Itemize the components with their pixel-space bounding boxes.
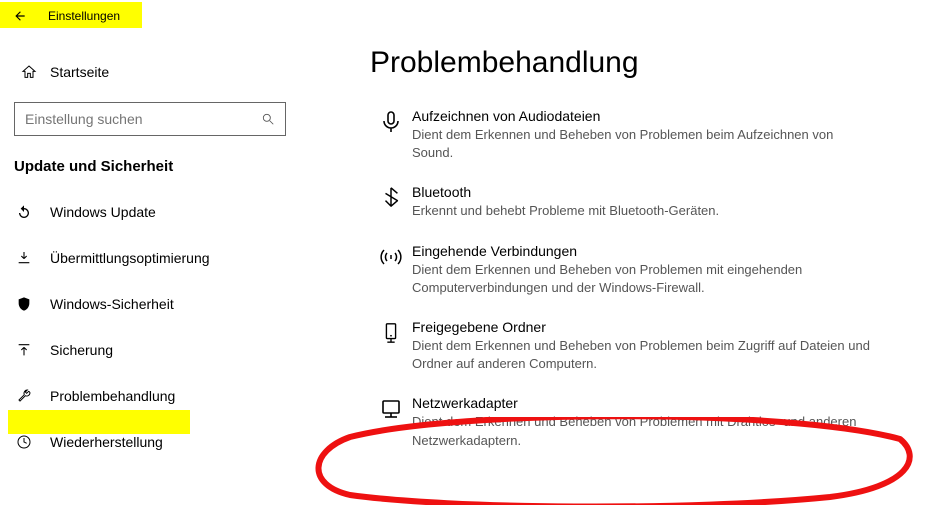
- wrench-icon: [16, 388, 42, 404]
- troubleshoot-item-incoming-connections[interactable]: Eingehende Verbindungen Dient dem Erkenn…: [370, 243, 928, 297]
- bluetooth-icon: [370, 184, 412, 220]
- search-input[interactable]: [25, 111, 261, 127]
- back-button[interactable]: [6, 2, 34, 30]
- troubleshoot-item-desc: Dient dem Erkennen und Beheben von Probl…: [412, 413, 872, 449]
- troubleshoot-item-desc: Erkennt und behebt Probleme mit Bluetoot…: [412, 202, 872, 220]
- sidebar-item-windows-security[interactable]: Windows-Sicherheit: [0, 281, 300, 327]
- sidebar-item-label: Problembehandlung: [50, 388, 175, 404]
- download-icon: [16, 250, 42, 266]
- sidebar-section-heading: Update und Sicherheit: [0, 158, 300, 175]
- search-icon: [261, 112, 275, 126]
- troubleshoot-item-title: Netzwerkadapter: [412, 395, 928, 411]
- window-title: Einstellungen: [48, 9, 120, 23]
- sidebar-item-label: Wiederherstellung: [50, 434, 163, 450]
- sidebar-item-label: Windows Update: [50, 204, 156, 220]
- signal-icon: [370, 243, 412, 297]
- window-titlebar: Einstellungen: [0, 0, 300, 32]
- troubleshoot-item-desc: Dient dem Erkennen und Beheben von Probl…: [412, 261, 872, 297]
- shield-icon: [16, 296, 42, 312]
- sidebar-item-label: Übermittlungsoptimierung: [50, 250, 210, 266]
- sidebar-item-label: Windows-Sicherheit: [50, 296, 174, 312]
- server-icon: [370, 319, 412, 373]
- sidebar-item-label: Sicherung: [50, 342, 113, 358]
- sidebar-item-windows-update[interactable]: Windows Update: [0, 189, 300, 235]
- sidebar-home[interactable]: Startseite: [0, 50, 300, 94]
- troubleshoot-item-audio-recording[interactable]: Aufzeichnen von Audiodateien Dient dem E…: [370, 108, 928, 162]
- history-icon: [16, 434, 42, 450]
- page-title: Problembehandlung: [370, 46, 928, 80]
- upload-icon: [16, 342, 42, 358]
- troubleshoot-item-desc: Dient dem Erkennen und Beheben von Probl…: [412, 126, 872, 162]
- sidebar-item-delivery-optimization[interactable]: Übermittlungsoptimierung: [0, 235, 300, 281]
- troubleshoot-item-shared-folders[interactable]: Freigegebene Ordner Dient dem Erkennen u…: [370, 319, 928, 373]
- arrow-left-icon: [13, 9, 27, 23]
- sidebar-home-label: Startseite: [50, 64, 109, 80]
- sidebar-item-backup[interactable]: Sicherung: [0, 327, 300, 373]
- network-adapter-icon: [370, 395, 412, 449]
- troubleshoot-item-title: Aufzeichnen von Audiodateien: [412, 108, 928, 124]
- sidebar-item-recovery[interactable]: Wiederherstellung: [0, 419, 300, 465]
- microphone-icon: [370, 108, 412, 162]
- troubleshoot-item-network-adapter[interactable]: Netzwerkadapter Dient dem Erkennen und B…: [370, 395, 928, 449]
- troubleshoot-item-desc: Dient dem Erkennen und Beheben von Probl…: [412, 337, 872, 373]
- search-box[interactable]: [14, 102, 286, 136]
- home-icon: [16, 64, 42, 80]
- troubleshoot-item-title: Bluetooth: [412, 184, 928, 200]
- troubleshoot-item-title: Freigegebene Ordner: [412, 319, 928, 335]
- sidebar-item-troubleshoot[interactable]: Problembehandlung: [0, 373, 300, 419]
- search-container: [14, 102, 286, 136]
- troubleshoot-item-bluetooth[interactable]: Bluetooth Erkennt und behebt Probleme mi…: [370, 184, 928, 220]
- troubleshoot-item-title: Eingehende Verbindungen: [412, 243, 928, 259]
- refresh-icon: [16, 204, 42, 220]
